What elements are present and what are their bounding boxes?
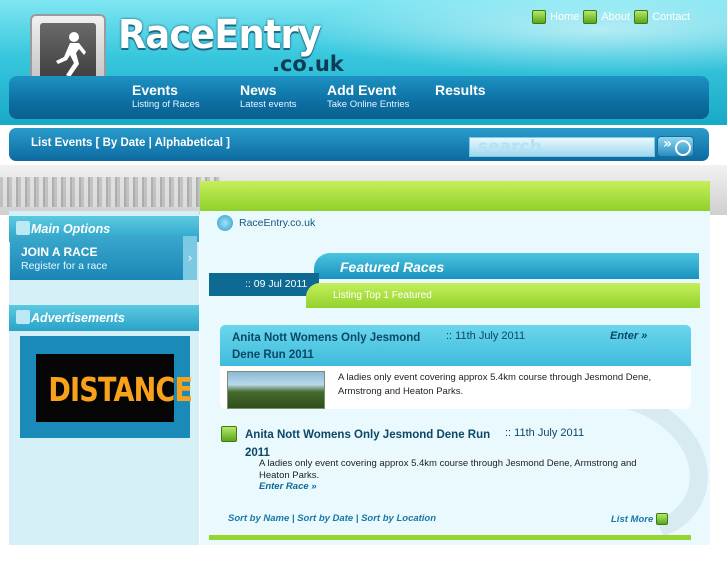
advertisements-icon: [16, 310, 30, 324]
list-events-suffix: ]: [222, 137, 231, 149]
featured-race-photo[interactable]: [227, 371, 325, 409]
nav-add-event-title: Add Event: [327, 82, 397, 98]
top-links: Home About Contact: [532, 10, 690, 24]
search-input[interactable]: [469, 137, 655, 157]
chevron-right-icon: ›: [183, 236, 197, 280]
nav-events-sub: Listing of Races: [132, 99, 200, 110]
home-link[interactable]: Home: [532, 10, 579, 24]
nav-results[interactable]: Results: [435, 82, 486, 98]
featured-race-card: Anita Nott Womens Only Jesmond Dene Run …: [220, 325, 691, 409]
about-link[interactable]: About: [583, 10, 630, 24]
main-options-title: Main Options: [31, 222, 111, 236]
contact-link[interactable]: Contact: [634, 10, 690, 24]
list-events-prefix: List Events [: [31, 137, 103, 149]
contact-icon: [634, 10, 649, 24]
featured-race-title[interactable]: Anita Nott Womens Only Jesmond Dene Run …: [232, 330, 442, 364]
enter-race-link[interactable]: Enter Race »: [259, 481, 317, 492]
sort-by-name-link[interactable]: Sort by Name: [228, 513, 289, 524]
breadcrumb-icon: [217, 215, 233, 231]
sort-sep-1: |: [289, 513, 298, 524]
alphabetical-link[interactable]: Alphabetical: [155, 137, 223, 149]
featured-race-desc: A ladies only event covering approx 5.4k…: [338, 372, 652, 397]
advert-banner[interactable]: DISTANCE: [20, 336, 193, 438]
breadcrumb[interactable]: RaceEntry.co.uk: [239, 217, 315, 229]
nav-events-title: Events: [132, 82, 178, 98]
sort-sep-2: |: [353, 513, 362, 524]
featured-race-date: :: 11th July 2011: [446, 330, 526, 342]
nav-add-event[interactable]: Add Event Take Online Entries: [327, 82, 409, 111]
nav-news[interactable]: News Latest events: [240, 82, 297, 111]
about-icon: [583, 10, 598, 24]
search-button[interactable]: [657, 136, 694, 157]
advertisements-title: Advertisements: [31, 311, 125, 325]
nav-results-title: Results: [435, 82, 486, 98]
race-date: :: 11th July 2011: [505, 427, 585, 439]
race-desc: A ladies only event covering approx 5.4k…: [259, 458, 637, 481]
advertisements-header: Advertisements: [9, 305, 199, 331]
nav-news-title: News: [240, 82, 277, 98]
list-more-link[interactable]: List More: [611, 513, 669, 525]
bottom-bar: [209, 535, 691, 540]
join-race-title: JOIN A RACE: [21, 245, 98, 259]
about-label: About: [601, 11, 631, 23]
nav-add-event-sub: Take Online Entries: [327, 99, 410, 110]
home-icon: [532, 10, 546, 24]
nav-events[interactable]: Events Listing of Races: [132, 82, 200, 111]
featured-enter-link[interactable]: Enter »: [610, 330, 647, 342]
nav-news-sub: Latest events: [240, 99, 297, 110]
join-race-sub: Register for a race: [21, 260, 108, 272]
sort-links: Sort by Name | Sort by Date | Sort by Lo…: [228, 513, 436, 524]
main-options-icon: [16, 221, 30, 235]
logo-tld: .co.uk: [272, 52, 344, 76]
advert-inner: DISTANCE: [36, 354, 193, 422]
list-more-label: List More: [611, 513, 654, 525]
main-top-band: [200, 181, 710, 211]
sort-by-date-link[interactable]: By Date: [103, 137, 146, 149]
sort-by-date-link-2[interactable]: Sort by Date: [297, 513, 353, 524]
featured-date: :: 09 Jul 2011: [245, 278, 308, 290]
list-sep: |: [145, 137, 155, 149]
join-race-button[interactable]: JOIN A RACE Register for a race ›: [10, 236, 197, 280]
runner-icon: [56, 32, 86, 77]
main-nav: Events Listing of Races News Latest even…: [9, 76, 709, 119]
featured-title: Featured Races: [340, 259, 445, 275]
race-bullet-icon: [221, 426, 237, 442]
list-events-links: List Events [ By Date | Alphabetical ]: [31, 137, 230, 149]
featured-listing: Listing Top 1 Featured: [333, 290, 432, 301]
race-title[interactable]: Anita Nott Womens Only Jesmond Dene Run …: [245, 426, 495, 462]
advert-text: DISTANCE: [48, 370, 193, 409]
home-label: Home: [550, 11, 580, 23]
plus-icon: [656, 513, 669, 525]
contact-label: Contact: [652, 11, 691, 23]
sort-by-location-link[interactable]: Sort by Location: [361, 513, 436, 524]
